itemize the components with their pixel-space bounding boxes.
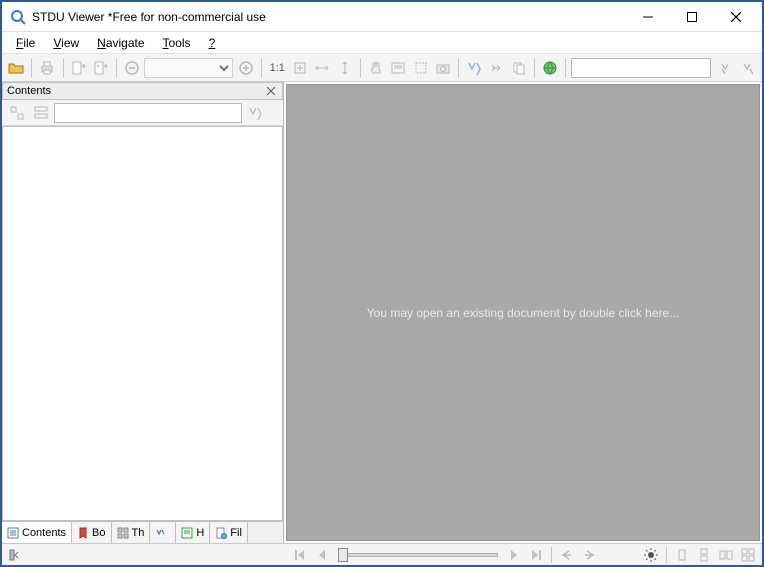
copy-button[interactable] (509, 57, 529, 79)
menu-navigate[interactable]: Navigate (89, 34, 152, 52)
tab-thumbnails-label: Th (132, 527, 145, 539)
nav-back-button[interactable] (557, 546, 577, 564)
tab-highlights-label: H (196, 527, 204, 539)
toolbar-sep (63, 58, 64, 78)
toolbar-sep (565, 58, 566, 78)
print-button[interactable] (37, 57, 57, 79)
panel-title: Contents (7, 85, 264, 97)
tab-bookmarks-label: Bo (92, 527, 105, 539)
tab-bookmarks[interactable]: Bo (72, 522, 111, 543)
zoom-combo[interactable] (144, 58, 233, 78)
toolbar-sep (31, 58, 32, 78)
status-sep (666, 547, 667, 563)
fit-page-button[interactable] (290, 57, 310, 79)
document-view[interactable]: You may open an existing document by dou… (286, 84, 760, 541)
toggle-sidebar-button[interactable] (6, 546, 26, 564)
bookmark-icon (77, 527, 89, 539)
contents-filter-input[interactable] (54, 103, 242, 123)
toolbar-sep (458, 58, 459, 78)
main-toolbar: 1:1 (2, 54, 762, 82)
facing-page-button[interactable] (716, 546, 736, 564)
panel-header: Contents (2, 82, 283, 100)
first-page-button[interactable] (290, 546, 310, 564)
search-next-button[interactable] (738, 57, 758, 79)
select-text-button[interactable] (388, 57, 408, 79)
tab-highlights[interactable]: H (176, 522, 210, 543)
menu-tools[interactable]: Tools (155, 34, 199, 52)
snapshot-button[interactable] (433, 57, 453, 79)
contents-search-button[interactable] (244, 102, 266, 124)
view-placeholder: You may open an existing document by dou… (367, 306, 679, 320)
app-icon (10, 9, 26, 25)
menu-help[interactable]: ? (201, 34, 224, 52)
slider-thumb-icon[interactable] (338, 548, 348, 562)
minimize-button[interactable] (626, 3, 670, 31)
open-button[interactable] (6, 57, 26, 79)
select-region-button[interactable] (411, 57, 431, 79)
tab-thumbnails[interactable]: Th (112, 522, 151, 543)
statusbar (2, 543, 762, 565)
menubar: File View Navigate Tools ? (2, 32, 762, 54)
panel-close-button[interactable] (264, 84, 278, 98)
toolbar-sep (534, 58, 535, 78)
brightness-button[interactable] (641, 546, 661, 564)
main-area: Contents Contents Bo (2, 82, 762, 543)
continuous-facing-button[interactable] (738, 546, 758, 564)
tab-files-label: Fil (230, 527, 242, 539)
next-page-button[interactable] (504, 546, 524, 564)
files-icon (215, 527, 227, 539)
binoculars-icon (155, 527, 167, 539)
fit-width-button[interactable] (312, 57, 332, 79)
continuous-page-button[interactable] (694, 546, 714, 564)
list-icon (7, 527, 19, 539)
tab-contents[interactable]: Contents (2, 522, 72, 543)
highlight-icon (181, 527, 193, 539)
menu-file[interactable]: File (8, 34, 43, 52)
status-sep (551, 547, 552, 563)
panel-toolbar (2, 100, 283, 126)
window-title: STDU Viewer *Free for non-commercial use (32, 10, 626, 24)
nav-forward-button[interactable] (579, 546, 599, 564)
toolbar-sep (116, 58, 117, 78)
contents-tree[interactable] (2, 126, 283, 521)
find-next-button[interactable] (487, 57, 507, 79)
titlebar: STDU Viewer *Free for non-commercial use (2, 2, 762, 32)
search-input[interactable] (571, 58, 711, 78)
tab-search[interactable] (150, 522, 176, 543)
export-image-button[interactable] (91, 57, 111, 79)
tab-files[interactable]: Fil (210, 522, 248, 543)
collapse-all-button[interactable] (30, 102, 52, 124)
prev-page-button[interactable] (312, 546, 332, 564)
toolbar-sep (261, 58, 262, 78)
page-slider[interactable] (338, 547, 498, 563)
single-page-button[interactable] (672, 546, 692, 564)
toolbar-sep (360, 58, 361, 78)
find-button[interactable] (464, 57, 484, 79)
tab-contents-label: Contents (22, 527, 66, 539)
search-prev-button[interactable] (715, 57, 735, 79)
fit-height-button[interactable] (335, 57, 355, 79)
export-text-button[interactable] (69, 57, 89, 79)
sidebar: Contents Contents Bo (2, 82, 284, 543)
browser-button[interactable] (540, 57, 560, 79)
zoom-in-button[interactable] (235, 57, 255, 79)
panel-tabs: Contents Bo Th H Fil (2, 521, 283, 543)
actual-size-label: 1:1 (267, 62, 288, 74)
thumbnails-icon (117, 527, 129, 539)
close-button[interactable] (714, 3, 758, 31)
last-page-button[interactable] (526, 546, 546, 564)
maximize-button[interactable] (670, 3, 714, 31)
hand-tool-button[interactable] (366, 57, 386, 79)
menu-view[interactable]: View (45, 34, 87, 52)
zoom-out-button[interactable] (122, 57, 142, 79)
expand-all-button[interactable] (6, 102, 28, 124)
